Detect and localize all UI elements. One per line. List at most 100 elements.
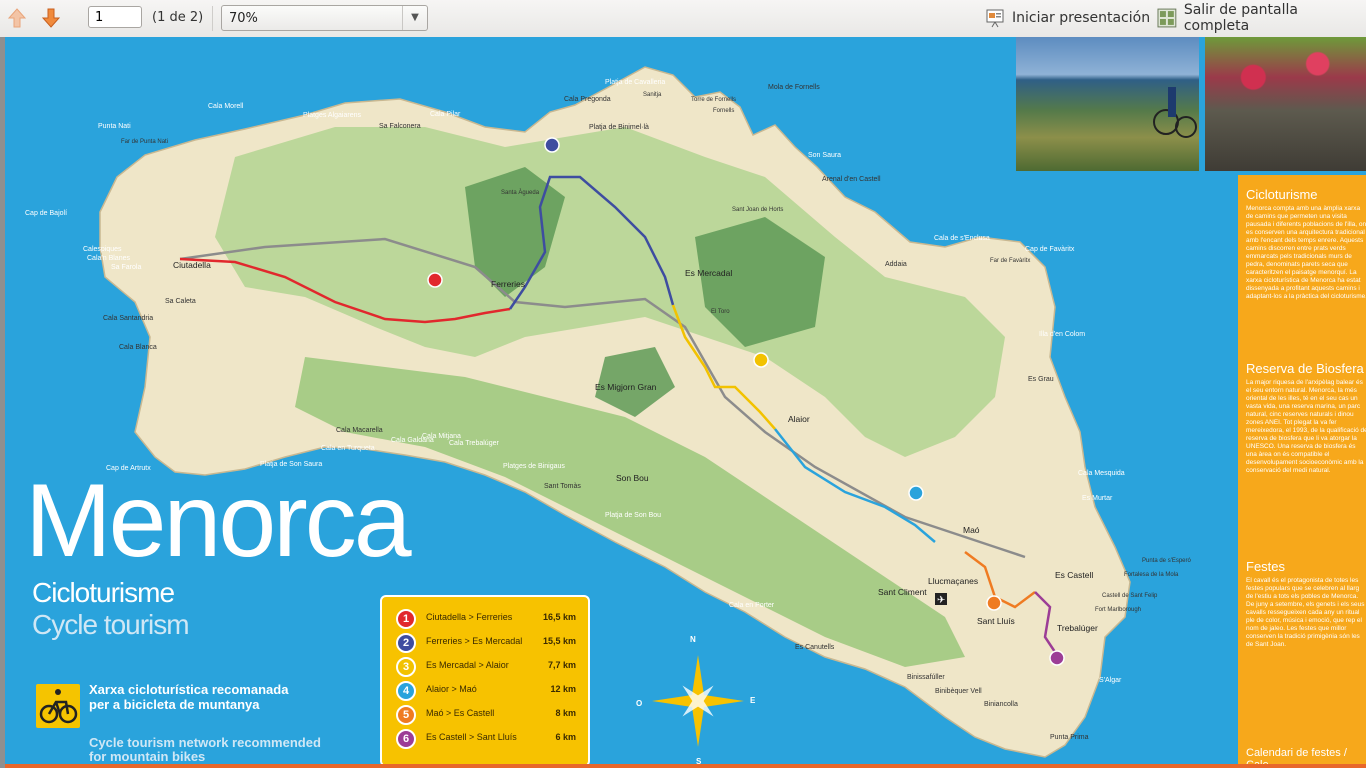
route-marker-4 bbox=[908, 485, 924, 501]
previous-page-button[interactable] bbox=[6, 7, 28, 29]
zoom-value: 70% bbox=[229, 11, 258, 26]
route-distance: 16,5 km bbox=[542, 612, 576, 622]
place-label: Cala en Porter bbox=[729, 602, 775, 609]
route-marker-3 bbox=[753, 352, 769, 368]
route-name: Ferreries > Es Mercadal bbox=[426, 636, 523, 646]
town-label: Llucmaçanes bbox=[928, 576, 979, 586]
compass-north-label: N bbox=[690, 635, 696, 644]
route-distance: 7,7 km bbox=[547, 660, 576, 670]
route-distance: 15,5 km bbox=[542, 636, 576, 646]
next-page-button[interactable] bbox=[40, 7, 62, 29]
place-label: Far de Favàritx bbox=[990, 258, 1031, 264]
place-label: Punta de s'Esperó bbox=[1142, 558, 1191, 564]
place-label: Castell de Sant Felip bbox=[1102, 593, 1158, 599]
presentation-icon bbox=[986, 9, 1004, 28]
compass-east-label: E bbox=[750, 696, 756, 705]
page-bottom-stripe bbox=[5, 764, 1366, 768]
place-label: Fortalesa de la Mola bbox=[1124, 572, 1179, 578]
town-label: Sant Lluís bbox=[977, 616, 1015, 626]
map-subtitle-english: Cycle tourism bbox=[32, 609, 190, 640]
place-label: Addaia bbox=[885, 261, 907, 268]
route-marker-1 bbox=[427, 272, 443, 288]
place-label: Cala Mesquida bbox=[1078, 470, 1125, 477]
arrow-up-icon bbox=[7, 8, 27, 28]
route-marker-2 bbox=[544, 137, 560, 153]
place-label: Calespiques bbox=[83, 246, 122, 253]
place-label: Sa Farola bbox=[111, 264, 142, 271]
zoom-select[interactable]: 70% ▼ bbox=[221, 5, 428, 31]
route-marker-5 bbox=[986, 595, 1002, 611]
exit-fullscreen-label: Salir de pantalla completa bbox=[1183, 2, 1298, 34]
exit-fullscreen-button[interactable]: Salir de pantalla completa bbox=[1157, 2, 1366, 34]
route-number: 2 bbox=[396, 633, 416, 653]
route-row: 5 Maó > Es Castell 8 km bbox=[396, 705, 576, 725]
place-label: Es Grau bbox=[1028, 376, 1054, 383]
photo-stone-wall-flowers bbox=[1205, 37, 1366, 171]
map-subtitle-catalan: Cicloturisme bbox=[32, 577, 175, 608]
town-label: Ferreries bbox=[491, 279, 526, 289]
route-row: 3 Es Mercadal > Alaior 7,7 km bbox=[396, 657, 576, 677]
route-row: 1 Ciutadella > Ferreries 16,5 km bbox=[396, 609, 576, 629]
place-label: S'Algar bbox=[1099, 677, 1122, 684]
document-viewport[interactable]: ✈ Cicloturisme Menorca compta amb una àm… bbox=[0, 37, 1366, 768]
place-label: El Toro bbox=[711, 309, 730, 315]
photo-coastal-cyclist bbox=[1016, 37, 1199, 171]
route-legend-box: 1 Ciutadella > Ferreries 16,5 km 2 Ferre… bbox=[380, 595, 590, 767]
route-number: 4 bbox=[396, 681, 416, 701]
place-label: Binibèquer Vell bbox=[935, 688, 982, 695]
place-label: Arenal d'en Castell bbox=[822, 176, 881, 183]
place-label: Es Murtar bbox=[1082, 495, 1113, 502]
info-panel: Cicloturisme Menorca compta amb una àmpl… bbox=[1238, 175, 1366, 768]
route-name: Es Mercadal > Alaior bbox=[426, 660, 509, 670]
route-marker-6 bbox=[1049, 650, 1065, 666]
route-row: 6 Es Castell > Sant Lluís 6 km bbox=[396, 729, 576, 749]
place-label: Binissafúller bbox=[907, 674, 945, 681]
place-label: Sant Joan de Horts bbox=[732, 207, 784, 213]
page-count-label: (1 de 2) bbox=[152, 10, 204, 25]
legend-text-english: Cycle tourism network recommended for mo… bbox=[89, 735, 321, 764]
route-distance: 12 km bbox=[550, 684, 576, 694]
town-label: Es Migjorn Gran bbox=[595, 382, 657, 392]
place-label: Platja de Binimel·là bbox=[589, 124, 649, 131]
panel-text-biosfera: La major riquesa de l'arxipèlag balear é… bbox=[1246, 379, 1366, 474]
place-label: Far de Punta Nati bbox=[121, 139, 169, 145]
place-label: Cap de Favàritx bbox=[1025, 246, 1075, 253]
place-label: Mola de Fornells bbox=[768, 84, 820, 91]
town-label: Es Castell bbox=[1055, 570, 1094, 580]
place-label: Cala Mitjana bbox=[422, 433, 461, 440]
place-label: Torre de Fornells bbox=[691, 97, 737, 103]
panel-text-cicloturisme: Menorca compta amb una àmplia xarxa de c… bbox=[1246, 205, 1366, 300]
town-label: Maó bbox=[963, 525, 980, 535]
compass-west-label: O bbox=[636, 699, 643, 708]
exit-fullscreen-icon bbox=[1157, 8, 1177, 28]
route-row: 4 Alaior > Maó 12 km bbox=[396, 681, 576, 701]
arrow-down-icon bbox=[41, 8, 61, 28]
place-label: Cala Pilar bbox=[430, 111, 461, 118]
svg-text:✈: ✈ bbox=[937, 595, 945, 606]
place-label: Platja de Son Saura bbox=[260, 461, 323, 468]
place-label: Fornells bbox=[713, 108, 735, 114]
route-distance: 6 km bbox=[555, 732, 576, 742]
route-distance: 8 km bbox=[555, 708, 576, 718]
bike-legend-icon bbox=[36, 684, 80, 728]
place-label: Biniancolla bbox=[984, 701, 1018, 708]
town-label: Son Bou bbox=[616, 473, 649, 483]
place-label: Cala Morell bbox=[208, 103, 244, 110]
place-label: Punta Prima bbox=[1050, 734, 1089, 741]
place-label: Cap de Artrutx bbox=[106, 465, 151, 472]
compass-rose bbox=[652, 655, 744, 747]
route-number: 1 bbox=[396, 609, 416, 629]
airport-icon: ✈ bbox=[935, 593, 947, 606]
toolbar-separator bbox=[212, 6, 213, 31]
start-presentation-button[interactable]: Iniciar presentación bbox=[985, 6, 1150, 30]
panel-text-festes: El cavall és el protagonista de totes le… bbox=[1246, 577, 1365, 648]
place-label: Son Saura bbox=[808, 152, 842, 159]
route-number: 3 bbox=[396, 657, 416, 677]
chevron-down-icon[interactable]: ▼ bbox=[402, 6, 427, 30]
place-label: Illa d'en Colom bbox=[1039, 331, 1086, 338]
place-label: Platja de Cavalleria bbox=[605, 79, 666, 86]
place-label: Sa Falconera bbox=[379, 123, 421, 130]
place-label: Santa Àgueda bbox=[501, 190, 540, 196]
page-number-input[interactable] bbox=[88, 6, 142, 28]
place-label: Cala en Turqueta bbox=[321, 445, 375, 452]
